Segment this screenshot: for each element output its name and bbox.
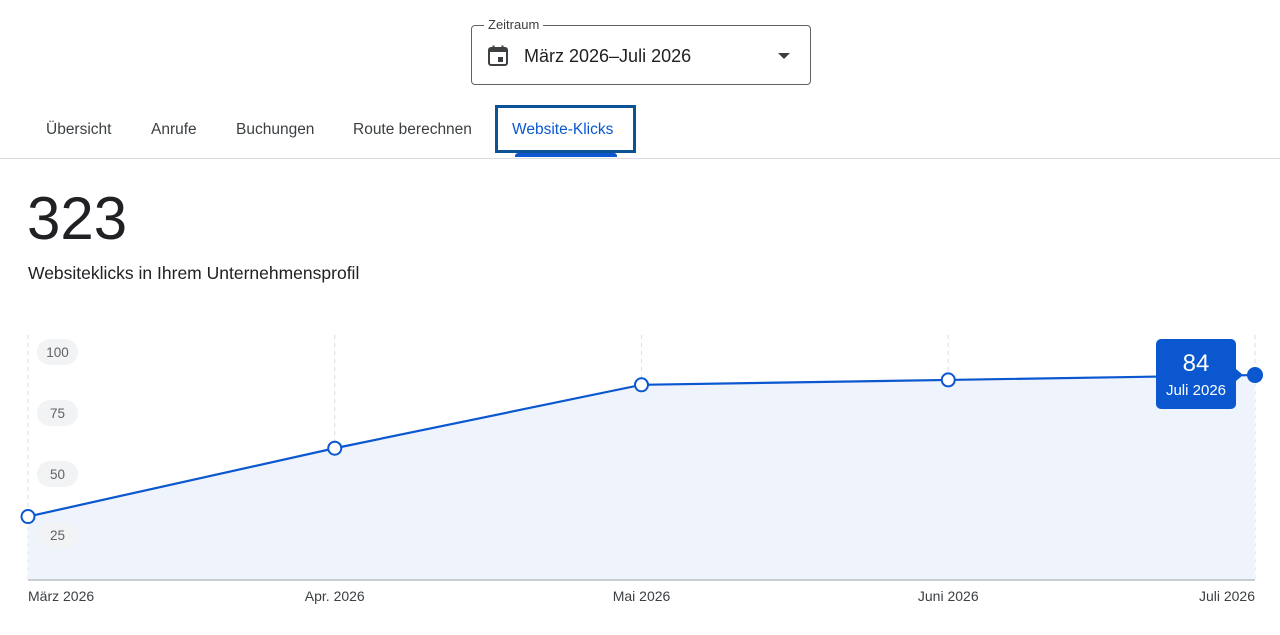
date-range-legend: Zeitraum [484, 17, 544, 33]
tab-anrufe[interactable]: Anrufe [151, 104, 197, 156]
data-point[interactable] [20, 509, 36, 525]
tab-label: Website-Klicks [512, 121, 614, 138]
tab-label: Route berechnen [353, 121, 472, 138]
y-tick-label: 75 [50, 406, 65, 421]
date-range-select[interactable]: Zeitraum März 2026–Juli 2026 [471, 17, 811, 85]
y-tick: 50 [37, 461, 78, 487]
x-tick-label: Apr. 2026 [305, 588, 365, 604]
y-tick: 75 [37, 400, 78, 426]
tab-uebersicht[interactable]: Übersicht [46, 104, 111, 156]
tooltip-value: 84 [1183, 350, 1210, 377]
x-tick-label: Juni 2026 [918, 588, 979, 604]
x-tick-label: Juli 2026 [1199, 588, 1255, 604]
y-tick-label: 100 [46, 345, 69, 360]
data-point[interactable] [327, 440, 343, 456]
y-tick-label: 50 [50, 467, 65, 482]
tooltip-label: Juli 2026 [1166, 382, 1226, 399]
x-tick-label: Mai 2026 [613, 588, 671, 604]
tab-label: Anrufe [151, 121, 197, 138]
calendar-icon [486, 44, 510, 68]
data-point-selected[interactable] [1247, 367, 1263, 384]
point-tooltip: 84 Juli 2026 [1156, 339, 1243, 409]
x-tick-label: März 2026 [28, 588, 94, 604]
website-clicks-chart: 100 75 50 25 März 2026 Apr. 2026 Mai 2026 Juni … [20, 335, 1263, 604]
y-tick: 100 [37, 339, 78, 365]
metric-total: 323 [27, 185, 128, 252]
metric-tabs: Übersicht Anrufe Buchungen Route berechn… [0, 104, 1280, 159]
tab-label: Übersicht [46, 121, 112, 138]
tab-buchungen[interactable]: Buchungen [236, 104, 314, 156]
tab-website-klicks[interactable]: Website-Klicks [512, 104, 613, 156]
date-range-value: März 2026–Juli 2026 [524, 46, 692, 66]
tab-label: Buchungen [236, 121, 315, 138]
data-point[interactable] [634, 377, 649, 393]
y-tick: 25 [37, 522, 78, 548]
y-tick-label: 25 [50, 528, 65, 543]
series-area [28, 375, 1255, 580]
active-tab-indicator [515, 153, 617, 157]
tab-route-berechnen[interactable]: Route berechnen [353, 104, 472, 156]
data-point[interactable] [940, 372, 956, 388]
dropdown-arrow-icon [778, 53, 790, 59]
metric-label: Websiteklicks in Ihrem Unternehmensprofi… [28, 263, 360, 283]
